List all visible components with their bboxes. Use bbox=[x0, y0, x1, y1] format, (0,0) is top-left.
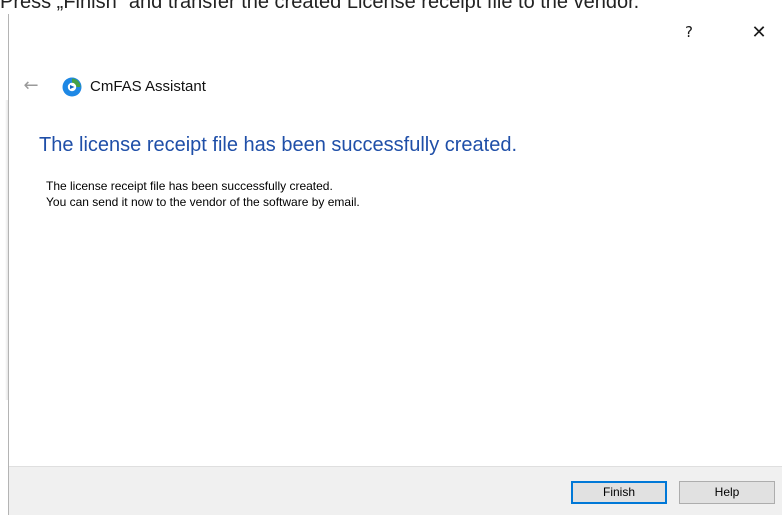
button-bar: Finish Help bbox=[9, 466, 782, 515]
document-caption: Press „Finish“ and transfer the created … bbox=[0, 0, 640, 13]
app-title: CmFAS Assistant bbox=[90, 78, 206, 95]
body-text: The license receipt file has been succes… bbox=[46, 178, 360, 210]
page-heading: The license receipt file has been succes… bbox=[39, 134, 518, 156]
finish-button[interactable]: Finish bbox=[571, 481, 667, 504]
body-line: You can send it now to the vendor of the… bbox=[46, 195, 360, 209]
body-line: The license receipt file has been succes… bbox=[46, 179, 333, 193]
cmfas-assistant-dialog: ? ✕ ← CmFAS Assistant The license receip… bbox=[8, 14, 782, 515]
screenshot: Press „Finish“ and transfer the created … bbox=[0, 0, 782, 515]
cmfas-app-icon bbox=[62, 77, 82, 97]
help-title-button[interactable]: ? bbox=[671, 18, 707, 46]
help-button[interactable]: Help bbox=[679, 481, 775, 504]
back-arrow-icon[interactable]: ← bbox=[21, 76, 41, 96]
close-button[interactable]: ✕ bbox=[741, 18, 777, 46]
